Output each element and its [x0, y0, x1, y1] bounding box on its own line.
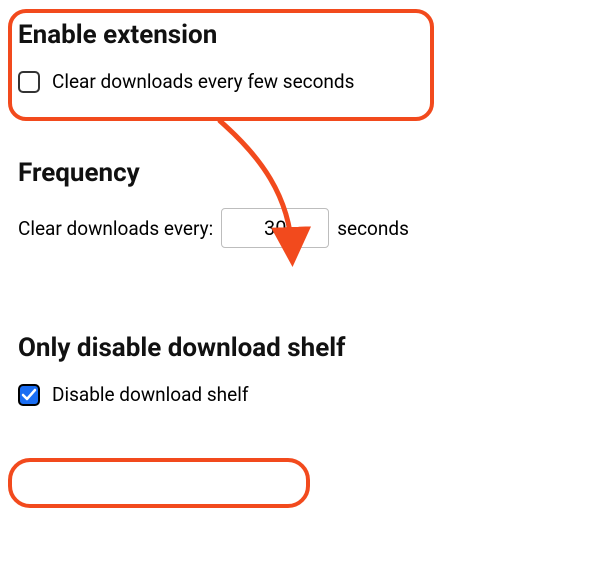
frequency-heading: Frequency: [18, 158, 582, 188]
frequency-input[interactable]: [221, 208, 329, 248]
disable-shelf-checkbox-label: Disable download shelf: [52, 383, 248, 406]
clear-downloads-checkbox-row[interactable]: Clear downloads every few seconds: [18, 70, 582, 93]
frequency-label-after: seconds: [337, 217, 409, 240]
check-icon: [21, 387, 37, 403]
enable-extension-section: Enable extension Clear downloads every f…: [18, 20, 582, 103]
frequency-section: Frequency Clear downloads every: seconds: [18, 158, 582, 248]
frequency-row: Clear downloads every: seconds: [18, 208, 582, 248]
clear-downloads-checkbox-label: Clear downloads every few seconds: [52, 70, 354, 93]
disable-shelf-checkbox[interactable]: [18, 384, 40, 406]
annotation-highlight-shelf: [8, 458, 310, 508]
frequency-label-before: Clear downloads every:: [18, 217, 213, 240]
disable-shelf-checkbox-row[interactable]: Disable download shelf: [18, 383, 582, 406]
enable-extension-heading: Enable extension: [18, 20, 582, 50]
clear-downloads-checkbox[interactable]: [18, 71, 40, 93]
disable-shelf-section: Only disable download shelf Disable down…: [18, 333, 582, 406]
disable-shelf-heading: Only disable download shelf: [18, 333, 582, 363]
